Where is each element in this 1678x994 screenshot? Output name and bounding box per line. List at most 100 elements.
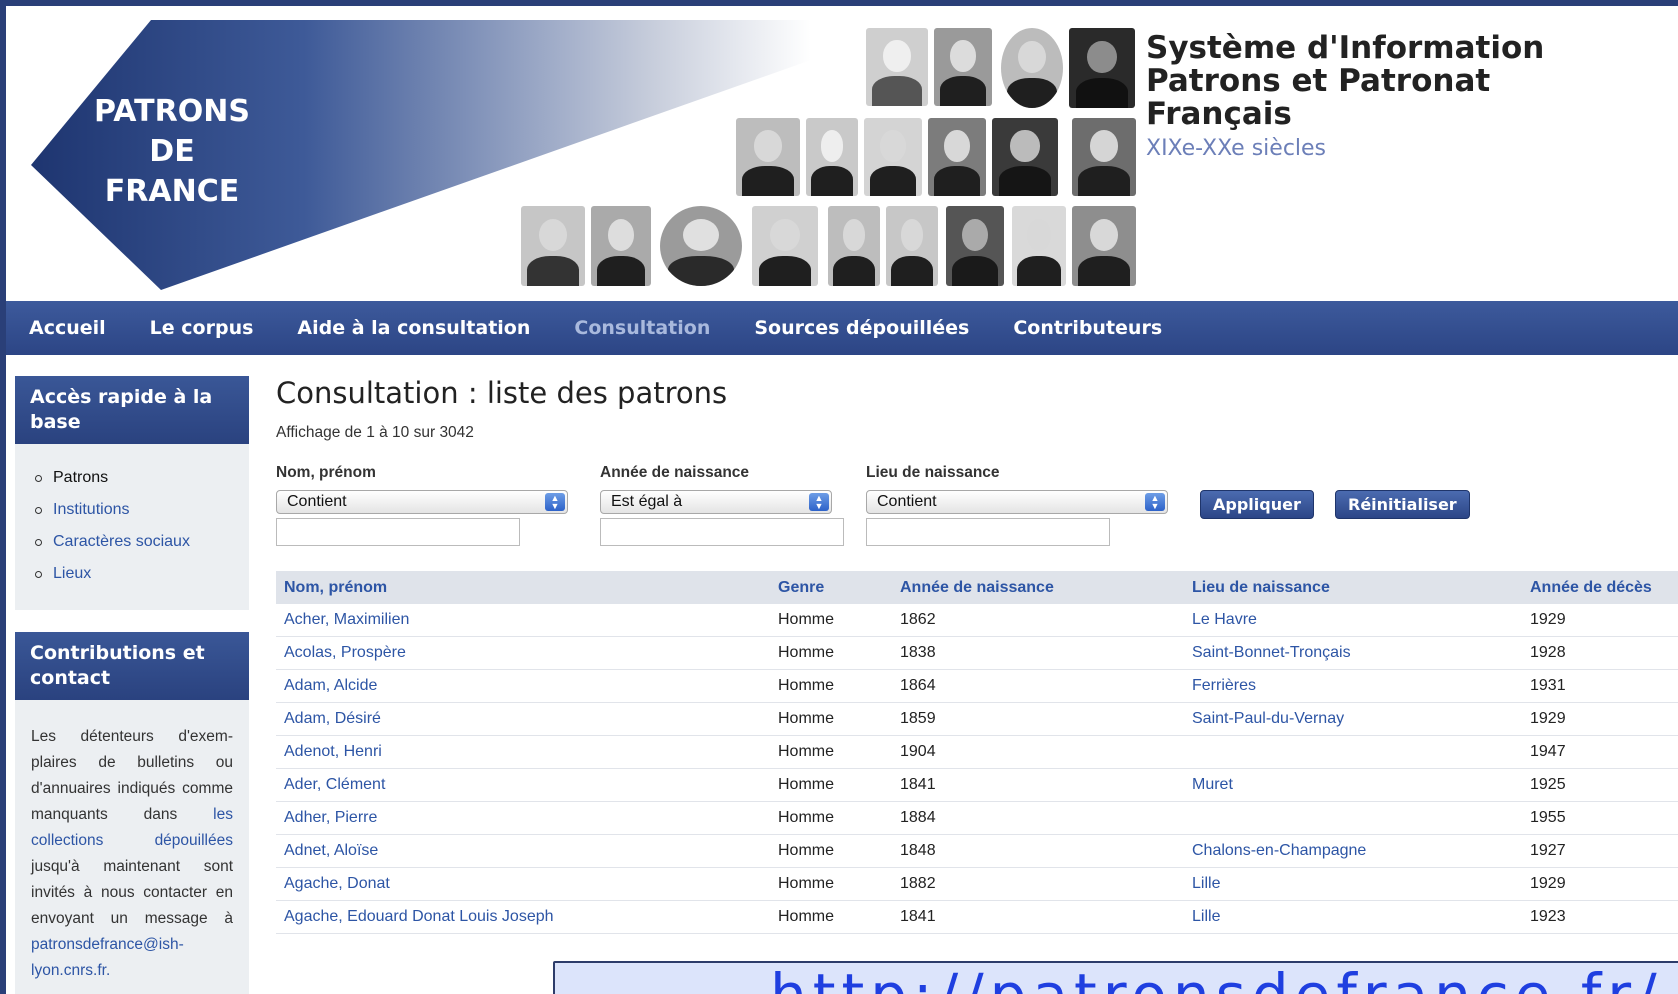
nav-item-contributeurs[interactable]: Contributeurs: [1013, 317, 1162, 339]
filter-nom: Nom, prénom Contient ▲ ▼: [276, 464, 568, 546]
quick-link-institutions[interactable]: Institutions: [35, 494, 249, 526]
portrait-photo: [946, 206, 1004, 286]
filter-bar: Nom, prénom Contient ▲ ▼ Année de naissanc…: [276, 464, 1678, 554]
nav-item-corpus[interactable]: Le corpus: [150, 317, 254, 339]
cell-genre: Homme: [778, 809, 835, 826]
table-row: Adam, Alcide Homme 1864 Ferrières 1931: [276, 670, 1678, 703]
url-caption-box: http://patronsdefrance.fr/: [553, 961, 1678, 994]
site-title-line-2: Patrons et Patronat: [1146, 63, 1491, 99]
portrait-photo: [866, 28, 928, 106]
site-subtitle: XIXe-XXe siècles: [1146, 136, 1327, 161]
cell-annee-naissance: 1838: [900, 644, 936, 661]
cell-lieu-naissance[interactable]: Lille: [1192, 875, 1530, 893]
col-header-genre[interactable]: Genre: [778, 579, 900, 597]
cell-annee-deces: 1929: [1530, 611, 1566, 628]
table-row: Adher, Pierre Homme 1884 1955: [276, 802, 1678, 835]
cell-annee-deces: 1929: [1530, 710, 1566, 727]
cell-annee-naissance: 1862: [900, 611, 936, 628]
filter-nom-input[interactable]: [276, 518, 520, 546]
portrait-photo: [1001, 28, 1063, 108]
filter-label: Nom, prénom: [276, 464, 376, 481]
cell-annee-naissance: 1904: [900, 743, 936, 760]
contributions-text-part1: Les détenteurs d'exem-plaires de bulleti…: [31, 728, 233, 823]
cell-lieu-naissance[interactable]: Chalons-en-Champagne: [1192, 842, 1530, 860]
cell-annee-deces: 1931: [1530, 677, 1566, 694]
cell-nom[interactable]: Adher, Pierre: [276, 809, 778, 827]
cell-annee-naissance: 1864: [900, 677, 936, 694]
contributions-text-part2: jusqu'à maintenant sont invités à nous c…: [31, 858, 233, 927]
cell-lieu-naissance[interactable]: Saint-Paul-du-Vernay: [1192, 710, 1530, 728]
cell-nom[interactable]: Ader, Clément: [276, 776, 778, 794]
col-header-lieu-naissance[interactable]: Lieu de naissance: [1192, 579, 1530, 597]
portrait-photo: [992, 118, 1058, 196]
portrait-photo: [886, 206, 938, 286]
filter-nom-operator-select[interactable]: Contient ▲ ▼: [276, 490, 568, 514]
contact-email-link[interactable]: patronsdefrance@ish-lyon.cnrs.fr.: [31, 936, 184, 979]
quick-link-label: Institutions: [53, 501, 130, 518]
table-row: Acolas, Prospère Homme 1838 Saint-Bonnet-Tr…: [276, 637, 1678, 670]
filter-annee-input[interactable]: [600, 518, 844, 546]
cell-lieu-naissance[interactable]: Lille: [1192, 908, 1530, 926]
site-header: PATRONS DE FRANCE Système d'Information …: [6, 6, 1678, 301]
portrait-photo: [864, 118, 922, 196]
portrait-photo: [1072, 118, 1136, 196]
portrait-photo: [1069, 28, 1135, 108]
nav-item-aide[interactable]: Aide à la consultation: [297, 317, 530, 339]
select-arrows-icon: ▲ ▼: [545, 493, 565, 511]
cell-annee-deces: 1925: [1530, 776, 1566, 793]
filter-lieu-operator-select[interactable]: Contient ▲ ▼: [866, 490, 1168, 514]
apply-button[interactable]: Appliquer: [1200, 490, 1314, 519]
cell-genre: Homme: [778, 611, 835, 628]
url-caption: http://patronsdefrance.fr/: [770, 963, 1663, 994]
cell-genre: Homme: [778, 776, 835, 793]
quick-link-patrons[interactable]: Patrons: [35, 462, 249, 494]
cell-nom[interactable]: Adam, Alcide: [276, 677, 778, 695]
cell-lieu-naissance[interactable]: Le Havre: [1192, 611, 1530, 629]
cell-annee-deces: 1955: [1530, 809, 1566, 826]
cell-nom[interactable]: Adam, Désiré: [276, 710, 778, 728]
nav-item-sources[interactable]: Sources dépouillées: [754, 317, 969, 339]
quick-link-lieux[interactable]: Lieux: [35, 558, 249, 590]
bullet-icon: [35, 570, 42, 578]
cell-lieu-naissance[interactable]: Saint-Bonnet-Tronçais: [1192, 644, 1530, 662]
cell-genre: Homme: [778, 743, 835, 760]
cell-annee-naissance: 1848: [900, 842, 936, 859]
nav-item-accueil[interactable]: Accueil: [29, 317, 106, 339]
site-title-line-1: Système d'Information: [1146, 30, 1545, 66]
cell-nom[interactable]: Agache, Edouard Donat Louis Joseph: [276, 908, 778, 926]
cell-annee-naissance: 1884: [900, 809, 936, 826]
nav-item-consultation[interactable]: Consultation: [574, 317, 710, 339]
cell-genre: Homme: [778, 677, 835, 694]
reset-button[interactable]: Réinitialiser: [1335, 490, 1470, 519]
portrait-photo: [521, 206, 585, 286]
site-logo[interactable]: PATRONS DE FRANCE: [72, 92, 272, 212]
cell-genre: Homme: [778, 710, 835, 727]
contributions-box: Contributions et contact Les détenteurs …: [15, 632, 249, 994]
logo-line-3: FRANCE: [104, 174, 240, 209]
portrait-photo: [660, 206, 742, 286]
patrons-table: Nom, prénom Genre Année de naissance Lie…: [276, 571, 1678, 934]
cell-nom[interactable]: Adenot, Henri: [276, 743, 778, 761]
col-header-annee-deces[interactable]: Année de décès: [1530, 579, 1678, 597]
portrait-photo: [806, 118, 858, 196]
portrait-photo: [752, 206, 818, 286]
logo-line-2: DE: [149, 134, 195, 169]
main-content: Consultation : liste des patrons Afficha…: [276, 376, 1678, 934]
bullet-icon: [35, 538, 42, 546]
cell-genre: Homme: [778, 644, 835, 661]
col-header-annee-naissance[interactable]: Année de naissance: [900, 579, 1192, 597]
quick-link-caracteres-sociaux[interactable]: Caractères sociaux: [35, 526, 249, 558]
cell-lieu-naissance[interactable]: Ferrières: [1192, 677, 1530, 695]
table-row: Acher, Maximilien Homme 1862 Le Havre 1929: [276, 604, 1678, 637]
cell-nom[interactable]: Acher, Maximilien: [276, 611, 778, 629]
filter-lieu-input[interactable]: [866, 518, 1110, 546]
filter-annee-operator-select[interactable]: Est égal à ▲ ▼: [600, 490, 832, 514]
cell-genre: Homme: [778, 908, 835, 925]
cell-nom[interactable]: Agache, Donat: [276, 875, 778, 893]
cell-nom[interactable]: Adnet, Aloïse: [276, 842, 778, 860]
table-row: Ader, Clément Homme 1841 Muret 1925: [276, 769, 1678, 802]
cell-lieu-naissance[interactable]: Muret: [1192, 776, 1530, 794]
select-arrows-icon: ▲ ▼: [1145, 493, 1165, 511]
cell-nom[interactable]: Acolas, Prospère: [276, 644, 778, 662]
col-header-nom[interactable]: Nom, prénom: [276, 579, 778, 597]
